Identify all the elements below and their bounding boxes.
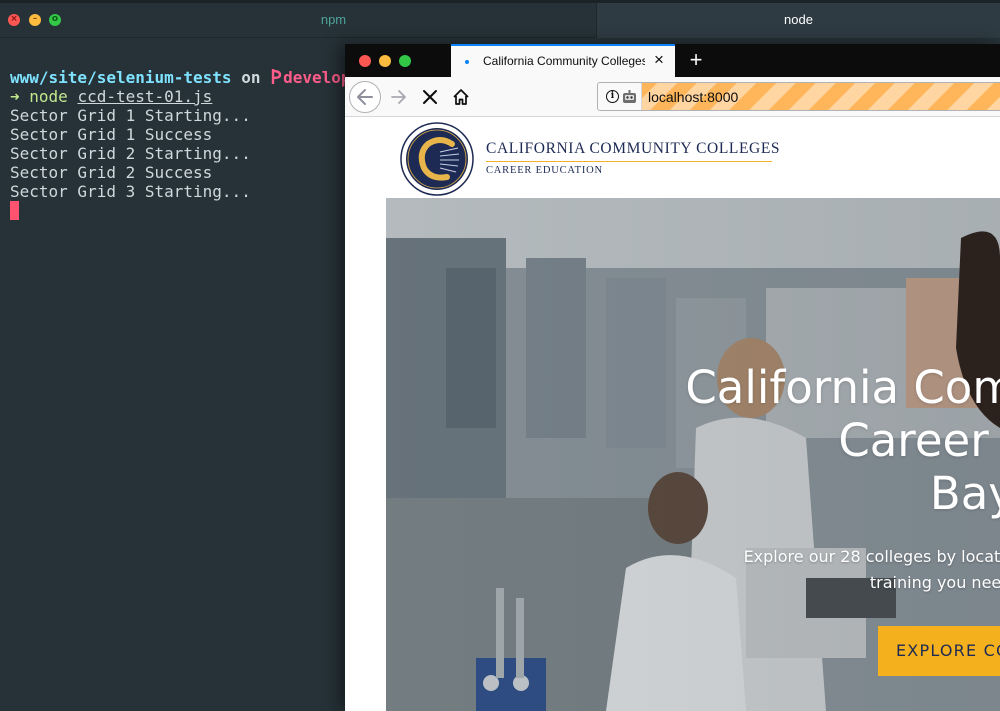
hero-title: California Comm Career Ed Bay A bbox=[440, 361, 1000, 520]
prompt-path: www/site/selenium-tests bbox=[10, 68, 232, 87]
stop-button[interactable] bbox=[417, 84, 443, 110]
logo-title: CALIFORNIA COMMUNITY COLLEGES bbox=[486, 140, 781, 157]
terminal-minimize-button[interactable]: – bbox=[29, 14, 41, 26]
browser-zoom-button[interactable] bbox=[399, 55, 411, 67]
url-text: localhost:8000 bbox=[648, 89, 739, 105]
close-icon[interactable]: × bbox=[651, 51, 667, 68]
browser-minimize-button[interactable] bbox=[379, 55, 391, 67]
arrow-right-icon bbox=[391, 90, 406, 104]
output-line: Sector Grid 1 Starting... bbox=[10, 106, 251, 125]
browser-close-button[interactable] bbox=[359, 55, 371, 67]
zoom-icon: o bbox=[51, 14, 59, 24]
hero-title-line: California Comm bbox=[685, 361, 1000, 414]
web-page: CALIFORNIA COMMUNITY COLLEGES CAREER EDU… bbox=[345, 118, 1000, 711]
git-branch-icon bbox=[270, 68, 283, 84]
info-icon[interactable]: i bbox=[606, 90, 619, 103]
terminal-tab-npm[interactable]: npm bbox=[72, 3, 595, 38]
output-line: Sector Grid 3 Starting... bbox=[10, 182, 251, 201]
url-bar[interactable]: i localhost:8000 bbox=[597, 82, 1000, 111]
hero-title-line: Career Ed bbox=[838, 414, 1000, 467]
terminal-cursor bbox=[10, 201, 19, 220]
prompt-command: node bbox=[29, 87, 68, 106]
prompt-file: ccd-test-01.js bbox=[77, 87, 213, 106]
home-icon bbox=[453, 89, 469, 105]
close-icon bbox=[423, 90, 437, 104]
hero-description-line: training you need for th bbox=[869, 573, 1000, 592]
terminal-tab-node[interactable]: node bbox=[596, 3, 1000, 38]
minimize-icon: – bbox=[32, 14, 38, 24]
prompt-branch: develop bbox=[283, 68, 345, 87]
back-button[interactable] bbox=[349, 81, 381, 113]
terminal-output[interactable]: www/site/selenium-tests on develop ➜ nod… bbox=[0, 39, 345, 711]
browser-navbar: i localhost:8000 bbox=[345, 77, 1000, 117]
logo-subtitle: CAREER EDUCATION bbox=[486, 165, 603, 176]
college-seal-logo[interactable] bbox=[400, 122, 474, 196]
browser-tab-active[interactable]: California Community Colleges × bbox=[451, 44, 675, 77]
loading-indicator bbox=[465, 60, 469, 64]
close-icon: × bbox=[10, 14, 18, 24]
logo-divider bbox=[486, 161, 772, 162]
hero-title-line: Bay A bbox=[929, 467, 1000, 520]
terminal-zoom-button[interactable]: o bbox=[49, 14, 61, 26]
terminal-titlebar: × – o npm node bbox=[0, 0, 1000, 38]
terminal-close-button[interactable]: × bbox=[8, 14, 20, 26]
prompt-on: on bbox=[231, 68, 271, 87]
browser-tabbar: California Community Colleges × + bbox=[345, 44, 1000, 77]
identity-box[interactable]: i bbox=[598, 83, 642, 110]
home-button[interactable] bbox=[448, 84, 474, 110]
hero-banner: California Comm Career Ed Bay A Explore … bbox=[386, 198, 1000, 711]
arrow-left-icon bbox=[357, 89, 373, 105]
hero-description: Explore our 28 colleges by location or c… bbox=[460, 544, 1000, 596]
plus-icon[interactable]: + bbox=[683, 47, 709, 73]
prompt-arrow: ➜ bbox=[10, 87, 20, 106]
output-line: Sector Grid 1 Success bbox=[10, 125, 213, 144]
robot-icon bbox=[623, 90, 636, 103]
forward-button[interactable] bbox=[386, 84, 412, 110]
explore-button[interactable]: EXPLORE CO bbox=[878, 626, 1000, 676]
browser-window: California Community Colleges × + i loca… bbox=[345, 44, 1000, 711]
browser-tab-title: California Community Colleges bbox=[483, 54, 645, 68]
output-line: Sector Grid 2 Success bbox=[10, 163, 213, 182]
hero-description-line: Explore our 28 colleges by location or c bbox=[743, 547, 1000, 566]
output-line: Sector Grid 2 Starting... bbox=[10, 144, 251, 163]
